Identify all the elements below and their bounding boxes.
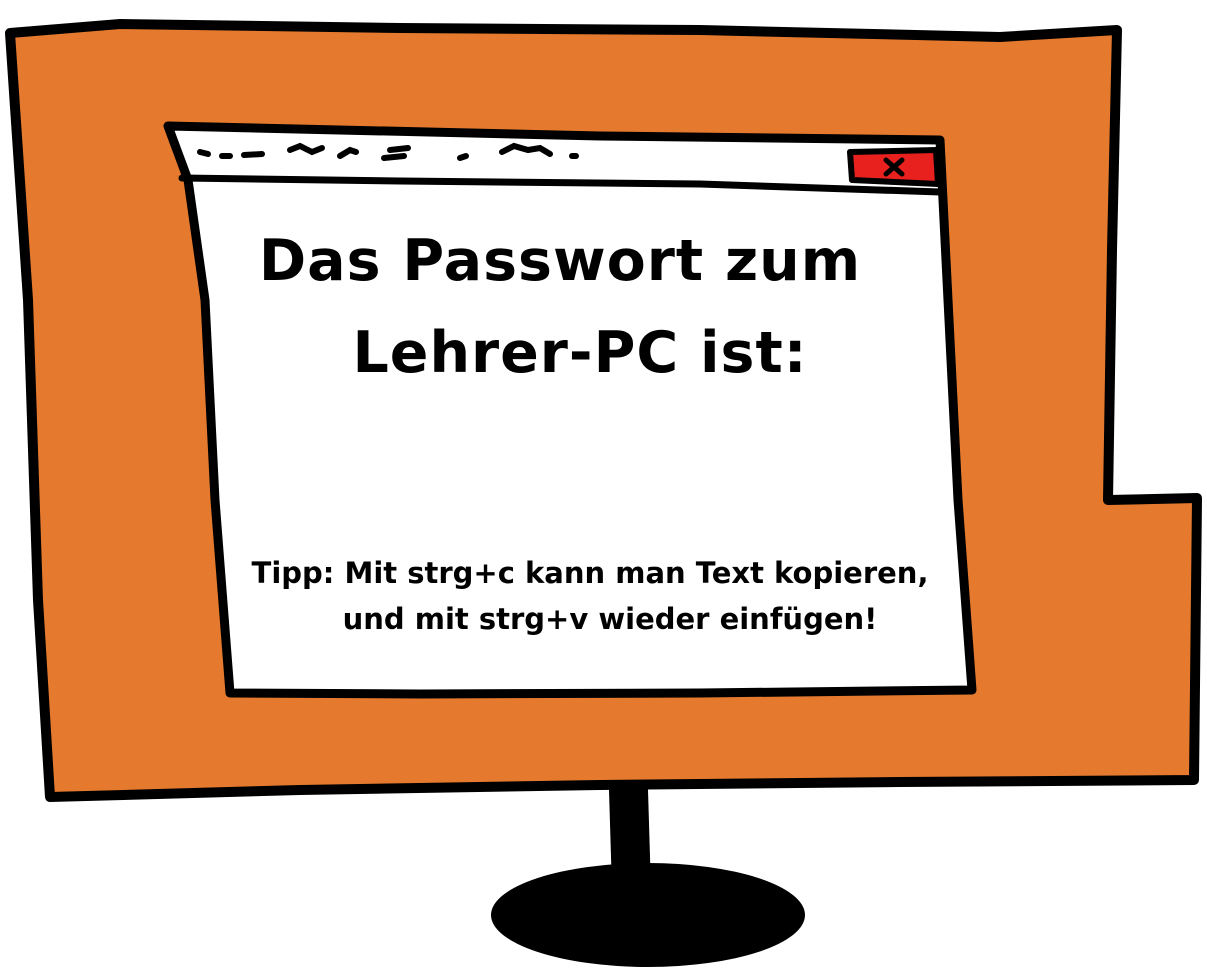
tip-text-line-2: und mit strg+v wieder einfügen! bbox=[342, 602, 878, 636]
tip-text-line-1: Tipp: Mit strg+c kann man Text kopieren, bbox=[251, 556, 929, 590]
password-display-area[interactable] bbox=[330, 420, 850, 510]
dialog-headline-line-1: Das Passwort zum bbox=[258, 228, 862, 294]
monitor-stand-base bbox=[491, 863, 805, 967]
dialog-headline-line-2: Lehrer-PC ist: bbox=[352, 320, 808, 386]
close-button[interactable] bbox=[847, 147, 941, 187]
